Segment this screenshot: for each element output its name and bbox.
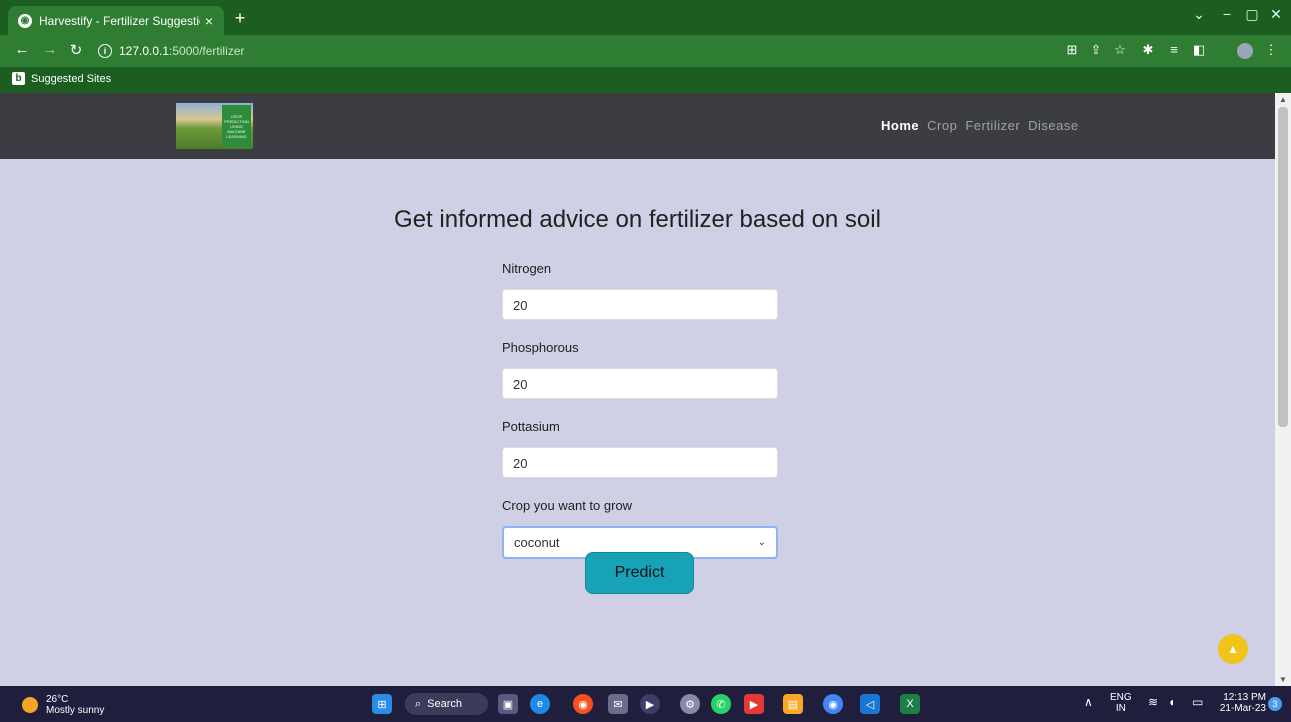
site-favicon-icon: ◉: [18, 13, 32, 28]
forward-icon[interactable]: →: [40, 41, 60, 58]
phosphorous-label: Phosphorous: [502, 340, 579, 355]
excel-icon[interactable]: X: [900, 694, 920, 714]
search-icon: ⌕: [415, 697, 422, 710]
tab-close-icon[interactable]: ×: [200, 13, 218, 29]
mail-icon[interactable]: ✉: [608, 694, 628, 714]
crop-selected-value: coconut: [514, 535, 560, 550]
reload-icon[interactable]: ↻: [66, 41, 86, 59]
browser-menu-icon[interactable]: ⋮: [1261, 42, 1281, 58]
whatsapp-icon[interactable]: ✆: [711, 694, 731, 714]
close-window-icon[interactable]: ✕: [1264, 6, 1288, 23]
scroll-to-top-icon[interactable]: ▲: [1218, 634, 1248, 664]
bing-icon: b: [12, 72, 25, 85]
lang-bottom: IN: [1115, 703, 1126, 714]
chrome-icon[interactable]: ◉: [573, 694, 593, 714]
edge-icon[interactable]: e: [530, 694, 550, 714]
nav-crop[interactable]: Crop: [927, 118, 957, 133]
weather-temp: 26°C: [46, 694, 69, 705]
logo-badge: CROP PREDICTION USING MACHINE LEARNING: [222, 105, 251, 147]
fertilizer-form: Nitrogen 20 Phosphorous 20 Pottasium 20 …: [502, 261, 778, 559]
volume-icon[interactable]: ◖: [1168, 696, 1175, 708]
browser-titlebar: ◉ Harvestify - Fertilizer Suggestion × +…: [0, 0, 1291, 35]
bookmark-star-icon[interactable]: ☆: [1110, 42, 1130, 58]
predict-button[interactable]: Predict: [585, 552, 694, 594]
pottasium-input[interactable]: 20: [502, 447, 778, 478]
tab-title: Harvestify - Fertilizer Suggestion: [39, 13, 200, 28]
page-title: Get informed advice on fertilizer based …: [394, 206, 881, 233]
url-host: 127.0.0.1: [119, 44, 170, 58]
minimize-icon[interactable]: −: [1215, 6, 1239, 22]
logo-text: CROP PREDICTION USING MACHINE LEARNING: [224, 113, 249, 139]
url-path: :5000/fertilizer: [169, 44, 245, 58]
pottasium-label: Pottasium: [502, 419, 560, 434]
browser-toolbar: ← → ↻ i 127.0.0.1 :5000/fertilizer ⊞ ⇪ ☆…: [0, 35, 1291, 67]
file-explorer-icon[interactable]: ▤: [783, 694, 803, 714]
taskbar-search[interactable]: ⌕ Search: [405, 693, 488, 715]
notification-badge[interactable]: 3: [1268, 697, 1282, 711]
bookmark-label: Suggested Sites: [31, 72, 112, 85]
clock-date: 21-Mar-23: [1219, 703, 1266, 714]
nav-home[interactable]: Home: [881, 118, 919, 133]
weather-widget[interactable]: 26°C Mostly sunny: [22, 694, 104, 716]
phosphorous-input[interactable]: 20: [502, 368, 778, 399]
media-player-icon[interactable]: ▶: [640, 694, 660, 714]
info-icon[interactable]: i: [98, 44, 112, 58]
settings-gear-icon[interactable]: ⚙: [680, 694, 700, 714]
task-view-icon[interactable]: ▣: [498, 694, 518, 714]
weather-desc: Mostly sunny: [46, 705, 105, 716]
chevron-down-icon: ⌄: [757, 537, 766, 548]
nitrogen-label: Nitrogen: [502, 261, 552, 276]
translate-icon[interactable]: ⊞: [1062, 42, 1082, 58]
address-bar[interactable]: i 127.0.0.1 :5000/fertilizer: [98, 39, 1048, 63]
sun-icon: [22, 697, 38, 713]
clock-time: 12:13 PM: [1223, 692, 1266, 703]
browser-tab[interactable]: ◉ Harvestify - Fertilizer Suggestion ×: [8, 6, 224, 35]
bookmark-suggested-sites[interactable]: b Suggested Sites: [12, 72, 111, 85]
side-panel-icon[interactable]: ◧: [1189, 42, 1209, 58]
scrollbar-thumb[interactable]: [1278, 107, 1288, 427]
page-viewport: CROP PREDICTION USING MACHINE LEARNING H…: [0, 93, 1275, 686]
bookmarks-bar: b Suggested Sites: [0, 67, 1291, 93]
nav-fertilizer[interactable]: Fertilizer: [965, 118, 1020, 133]
wifi-icon[interactable]: ≋: [1148, 696, 1158, 708]
scroll-up-icon[interactable]: ▲: [1275, 95, 1291, 104]
back-icon[interactable]: ←: [12, 41, 32, 58]
search-label: Search: [427, 698, 463, 710]
chrome-active-icon[interactable]: ◉: [823, 694, 843, 714]
reading-list-icon[interactable]: ≡: [1164, 42, 1184, 57]
vscode-icon[interactable]: ◁: [860, 694, 880, 714]
battery-icon[interactable]: ▭: [1192, 696, 1203, 708]
site-logo[interactable]: CROP PREDICTION USING MACHINE LEARNING: [176, 103, 253, 149]
clock[interactable]: 12:13 PM 21-Mar-23: [1210, 692, 1266, 714]
page-scrollbar[interactable]: ▲ ▼: [1275, 93, 1291, 686]
language-indicator[interactable]: ENG IN: [1110, 692, 1132, 714]
site-navbar: CROP PREDICTION USING MACHINE LEARNING H…: [0, 93, 1275, 159]
extensions-icon[interactable]: ✱: [1138, 42, 1158, 58]
youtube-icon[interactable]: ▶: [744, 694, 764, 714]
scroll-down-icon[interactable]: ▼: [1275, 675, 1291, 684]
restore-icon[interactable]: ▢: [1240, 6, 1264, 23]
nav-disease[interactable]: Disease: [1028, 118, 1078, 133]
windows-taskbar: 26°C Mostly sunny ⊞ ⌕ Search ▣ e ◉ ✉ ▶ ⚙…: [0, 686, 1291, 722]
weather-text: 26°C Mostly sunny: [46, 694, 104, 716]
tray-chevron-up-icon[interactable]: ∧: [1084, 696, 1093, 708]
windows-start-icon[interactable]: ⊞: [372, 694, 392, 714]
chevron-down-icon[interactable]: ⌄: [1187, 6, 1211, 23]
profile-avatar[interactable]: [1237, 43, 1253, 59]
lang-top: ENG: [1110, 692, 1132, 703]
nitrogen-input[interactable]: 20: [502, 289, 778, 320]
crop-label: Crop you want to grow: [502, 498, 633, 513]
site-menu: Home Crop Fertilizer Disease: [881, 118, 1079, 133]
new-tab-button[interactable]: +: [230, 8, 250, 29]
share-icon[interactable]: ⇪: [1086, 42, 1106, 58]
